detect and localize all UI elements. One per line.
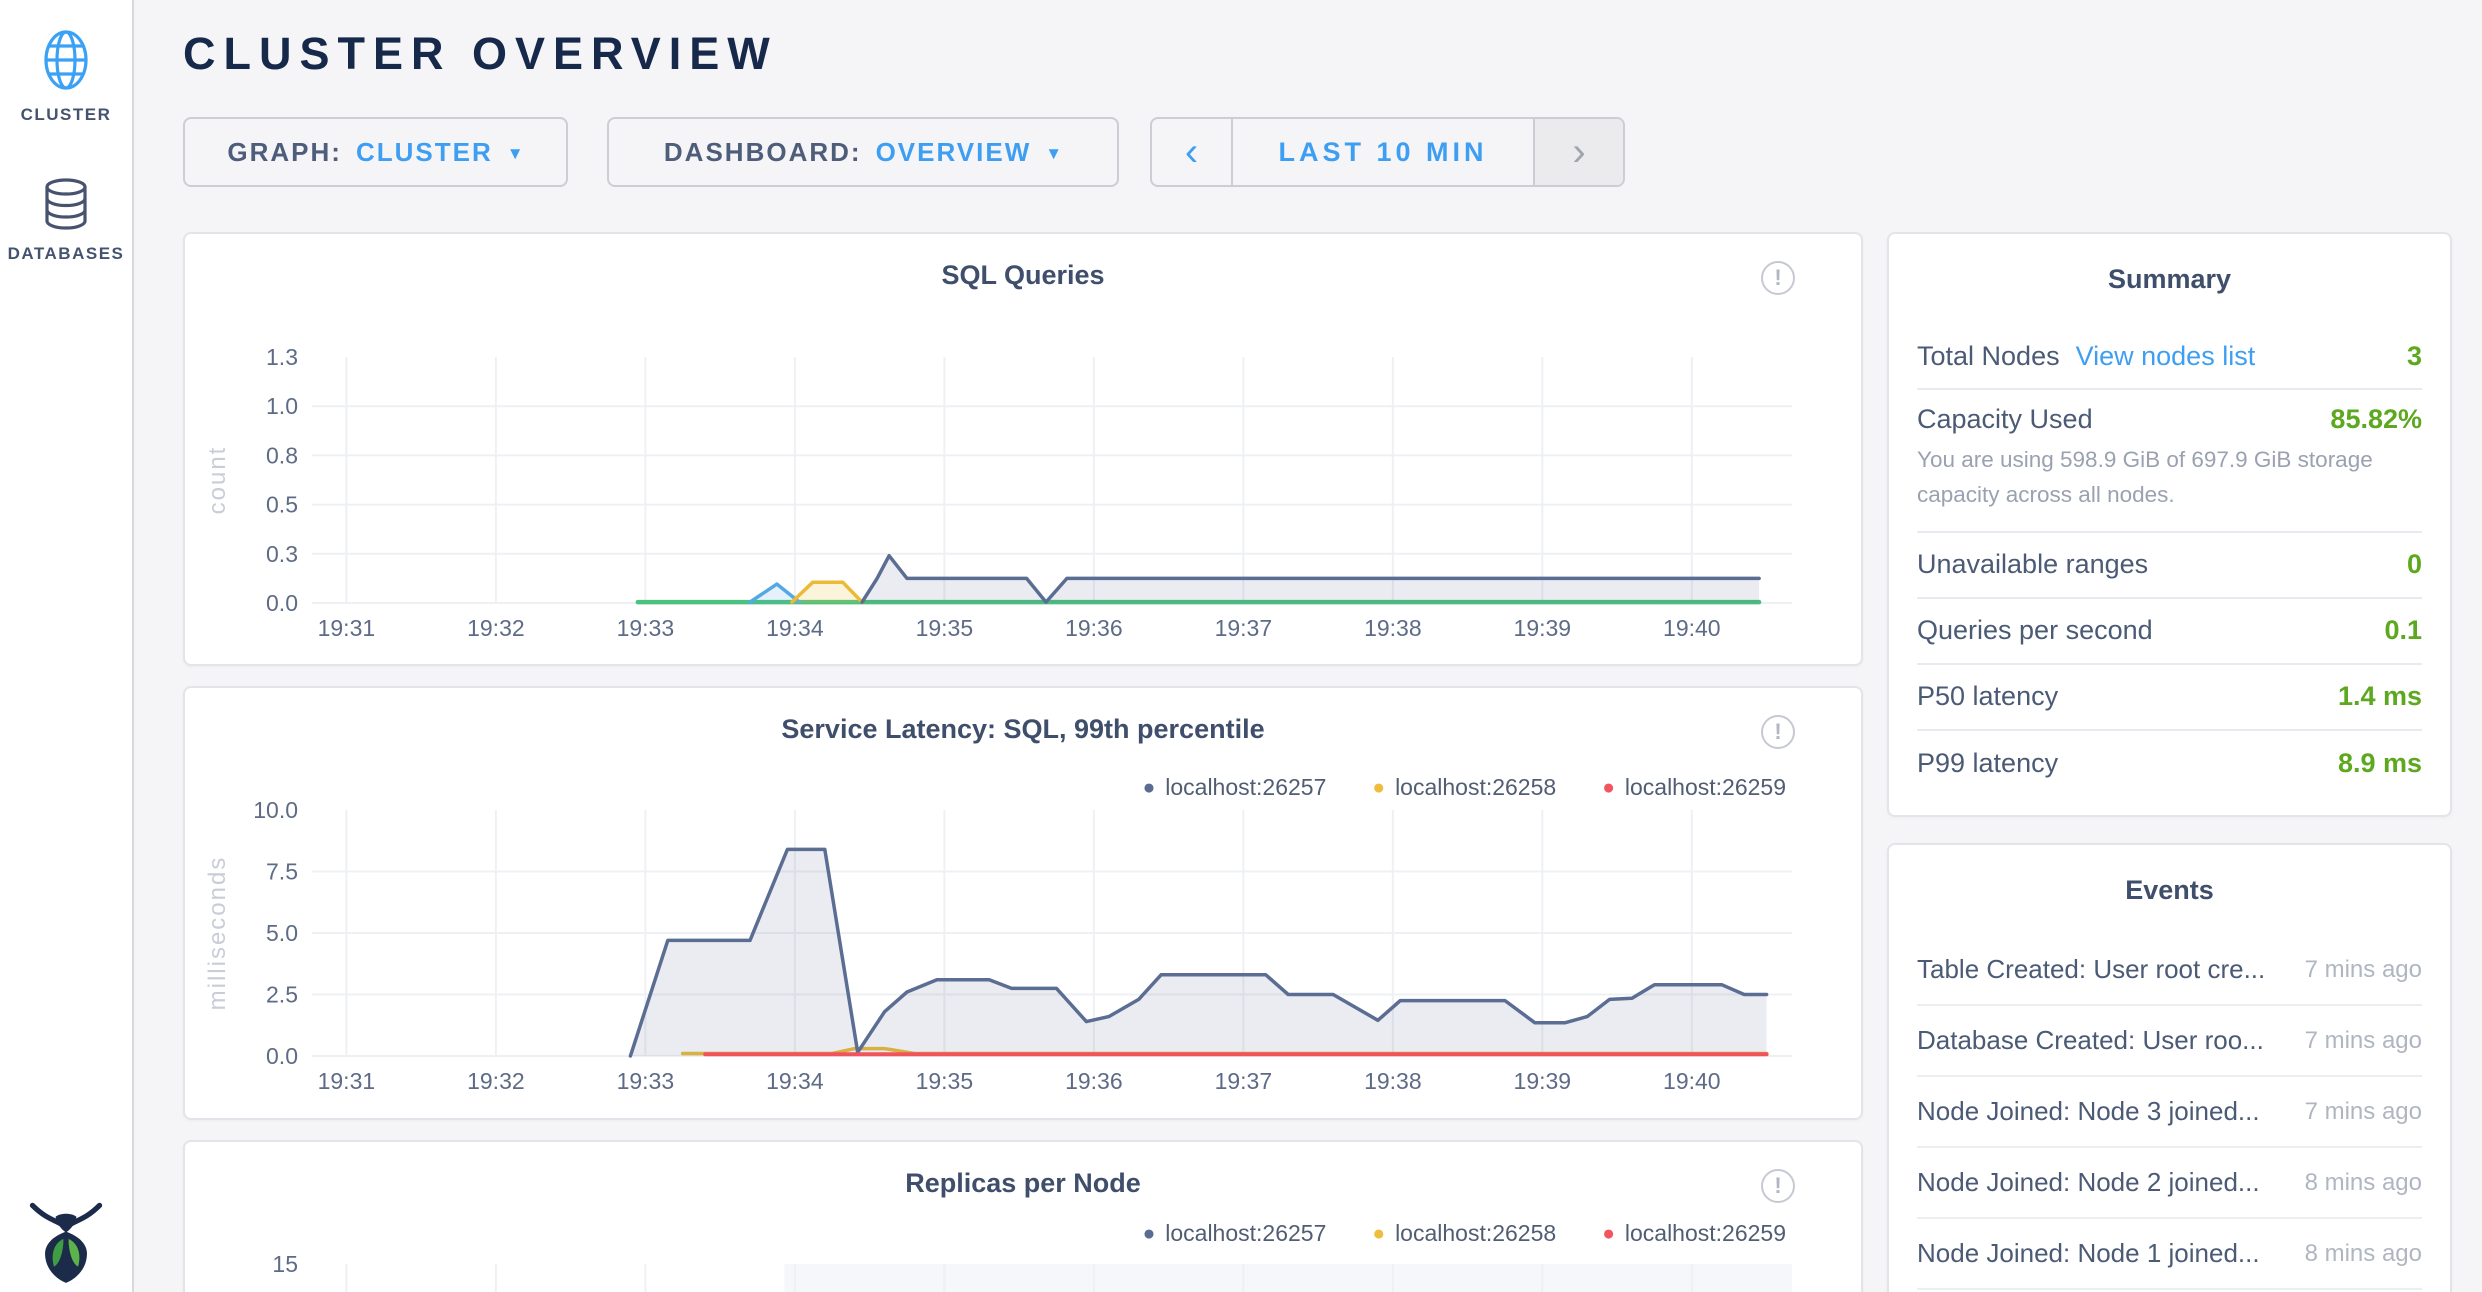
graph-dropdown-label: GRAPH:	[227, 137, 342, 168]
svg-text:19:35: 19:35	[916, 615, 974, 641]
sidebar-item-label: DATABASES	[0, 244, 132, 264]
svg-text:19:36: 19:36	[1065, 615, 1123, 641]
svg-text:19:38: 19:38	[1364, 615, 1422, 641]
list-item: Node Joined: Node 3 joined... 7 mins ago	[1917, 1077, 2422, 1148]
summary-value: 8.9 ms	[2338, 748, 2422, 779]
svg-text:2.5: 2.5	[266, 982, 298, 1008]
list-item: Database Created: User roo... 7 mins ago	[1917, 1006, 2422, 1077]
summary-value: 0.1	[2384, 615, 2422, 646]
svg-text:19:33: 19:33	[617, 615, 675, 641]
chevron-down-icon: ▼	[1045, 144, 1062, 164]
svg-text:19:36: 19:36	[1065, 1068, 1123, 1094]
svg-text:milliseconds: milliseconds	[204, 856, 231, 1011]
chevron-left-icon: ‹	[1185, 130, 1198, 174]
svg-text:19:34: 19:34	[766, 615, 824, 641]
svg-text:19:33: 19:33	[617, 1068, 675, 1094]
service-latency-chart: 19:31 19:32 19:33 19:34 19:35 19:36 19:37 19:38…	[185, 688, 1865, 1122]
summary-row-total-nodes: Total Nodes View nodes list 3	[1917, 324, 2422, 390]
time-forward-button[interactable]: ›	[1535, 119, 1623, 185]
time-range-selector: ‹ LAST 10 MIN ›	[1150, 117, 1625, 187]
svg-text:0.0: 0.0	[266, 1043, 298, 1069]
svg-text:19:32: 19:32	[467, 615, 525, 641]
summary-row-capacity-used: Capacity Used 85.82% You are using 598.9…	[1917, 390, 2422, 533]
svg-text:19:37: 19:37	[1215, 1068, 1273, 1094]
dashboard-dropdown[interactable]: DASHBOARD: OVERVIEW ▼	[607, 117, 1119, 187]
list-item: Node Joined: Node 1 joined... 8 mins ago	[1917, 1219, 2422, 1290]
sql-queries-card: SQL Queries ! 19:3119:3219:3319:3419:351…	[183, 232, 1863, 666]
svg-text:0.8: 0.8	[266, 442, 298, 468]
graph-dropdown-value: CLUSTER	[356, 137, 493, 168]
time-range-button[interactable]: LAST 10 MIN	[1231, 119, 1535, 185]
view-nodes-list-link[interactable]: View nodes list	[2076, 341, 2256, 372]
summary-title: Summary	[1917, 234, 2422, 324]
sidebar-item-databases[interactable]: DATABASES	[0, 177, 132, 264]
page-title: CLUSTER OVERVIEW	[183, 28, 778, 80]
svg-text:19:40: 19:40	[1663, 1068, 1721, 1094]
cockroachdb-logo	[26, 1197, 106, 1285]
svg-text:1.3: 1.3	[266, 344, 298, 370]
summary-value: 1.4 ms	[2338, 681, 2422, 712]
dashboard-dropdown-value: OVERVIEW	[876, 137, 1032, 168]
databases-icon	[42, 177, 90, 231]
svg-text:19:37: 19:37	[1215, 615, 1273, 641]
sidebar-item-label: CLUSTER	[0, 105, 132, 125]
cluster-overview-page: { "sidebar": { "items": [ { "label": "CL…	[0, 0, 2482, 1292]
svg-text:19:40: 19:40	[1663, 615, 1721, 641]
svg-text:19:38: 19:38	[1364, 1068, 1422, 1094]
events-panel: Events Table Created: User root cre... 7…	[1887, 843, 2452, 1292]
capacity-caption: You are using 598.9 GiB of 697.9 GiB sto…	[1917, 443, 2422, 513]
svg-text:0.5: 0.5	[266, 492, 298, 518]
chevron-down-icon: ▼	[507, 144, 524, 164]
chevron-right-icon: ›	[1572, 130, 1585, 174]
replicas-per-node-chart: 1510	[185, 1142, 1865, 1292]
svg-text:19:32: 19:32	[467, 1068, 525, 1094]
svg-text:0.3: 0.3	[266, 541, 298, 567]
summary-value: 85.82%	[2330, 404, 2422, 435]
list-item: Table Created: User root cre... 7 mins a…	[1917, 935, 2422, 1006]
svg-text:19:31: 19:31	[318, 1068, 376, 1094]
svg-text:5.0: 5.0	[266, 920, 298, 946]
main-content: CLUSTER OVERVIEW GRAPH: CLUSTER ▼ DASHBO…	[134, 0, 2482, 1292]
summary-value: 3	[2407, 341, 2422, 372]
svg-text:19:35: 19:35	[916, 1068, 974, 1094]
globe-icon	[42, 28, 90, 92]
svg-text:0.0: 0.0	[266, 590, 298, 616]
summary-row-queries-per-second: Queries per second 0.1	[1917, 599, 2422, 665]
svg-text:19:31: 19:31	[318, 615, 376, 641]
summary-value: 0	[2407, 549, 2422, 580]
summary-row-unavailable-ranges: Unavailable ranges 0	[1917, 533, 2422, 599]
svg-text:7.5: 7.5	[266, 859, 298, 885]
sql-queries-chart: 19:31 19:32 19:33 19:34 19:35 19:36 19:37 19:38…	[185, 234, 1865, 668]
service-latency-card: Service Latency: SQL, 99th percentile ! …	[183, 686, 1863, 1120]
svg-text:19:34: 19:34	[766, 1068, 824, 1094]
svg-text:count: count	[204, 446, 231, 515]
summary-panel: Summary Total Nodes View nodes list 3 Ca…	[1887, 232, 2452, 817]
replicas-per-node-card: Replicas per Node ! ● localhost:26257 ● …	[183, 1140, 1863, 1292]
graph-dropdown[interactable]: GRAPH: CLUSTER ▼	[183, 117, 568, 187]
svg-text:10.0: 10.0	[253, 797, 298, 823]
svg-text:1.0: 1.0	[266, 393, 298, 419]
sidebar-item-cluster[interactable]: CLUSTER	[0, 28, 132, 125]
summary-row-p50-latency: P50 latency 1.4 ms	[1917, 665, 2422, 731]
svg-text:19:39: 19:39	[1514, 1068, 1572, 1094]
dashboard-dropdown-label: DASHBOARD:	[664, 137, 862, 168]
svg-text:19:39: 19:39	[1514, 615, 1572, 641]
sidebar: CLUSTER DATABASES	[0, 0, 134, 1292]
toolbar: GRAPH: CLUSTER ▼ DASHBOARD: OVERVIEW ▼ ‹…	[183, 117, 1625, 187]
time-back-button[interactable]: ‹	[1152, 119, 1231, 185]
list-item: Node Joined: Node 2 joined... 8 mins ago	[1917, 1148, 2422, 1219]
events-title: Events	[1917, 845, 2422, 935]
summary-row-p99-latency: P99 latency 8.9 ms	[1917, 731, 2422, 797]
svg-text:15: 15	[272, 1251, 298, 1277]
